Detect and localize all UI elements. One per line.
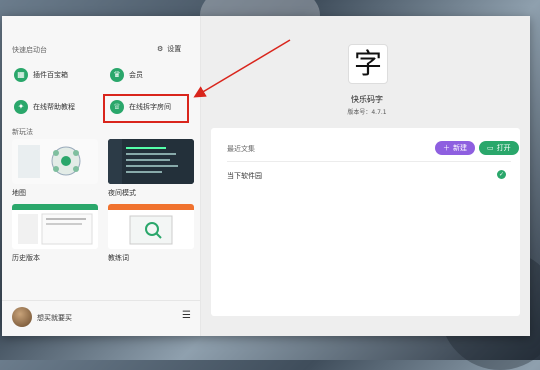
app-name: 快乐码字 — [351, 95, 383, 104]
app-window: – ✕ 快速启动台 ⚙ 设置 ▦ 插件百宝箱 ♛ 会员 ✦ 在线帮助教程 ♕ 在… — [2, 16, 530, 336]
new-label: 新建 — [453, 144, 467, 152]
right-panel: 字 快乐码字 版本号：4.7.1 最近文集 ＋ 新建 ▭ 打开 当下软件园 ✓ — [201, 16, 530, 336]
quick-launch-title: 快速启动台 — [12, 46, 47, 54]
history-version-thumbnail[interactable] — [12, 204, 98, 249]
app-logo: 字 — [348, 44, 388, 84]
plus-icon: ＋ — [443, 144, 450, 152]
open-button[interactable]: ▭ 打开 — [479, 141, 519, 155]
divider — [227, 161, 511, 162]
app-version: 版本号：4.7.1 — [347, 109, 387, 116]
settings-button[interactable]: ⚙ 设置 — [157, 44, 181, 54]
settings-label: 设置 — [167, 45, 182, 53]
night-mode-label: 夜间模式 — [108, 189, 136, 197]
recent-collections-title: 最近文集 — [227, 145, 255, 153]
open-label: 打开 — [496, 144, 511, 152]
bulb-icon: ✦ — [14, 100, 28, 114]
night-mode-thumbnail[interactable] — [108, 139, 194, 184]
plugin-box-button[interactable]: ▦ 插件百宝箱 — [14, 68, 68, 82]
highlight-box — [103, 94, 189, 123]
new-button[interactable]: ＋ 新建 — [435, 141, 475, 155]
coach-words-label: 教练词 — [108, 254, 129, 262]
gear-icon: ⚙ — [157, 45, 164, 53]
recent-collections-card: 最近文集 ＋ 新建 ▭ 打开 当下软件园 ✓ — [211, 128, 520, 316]
history-version-label: 历史版本 — [12, 254, 40, 262]
check-icon: ✓ — [497, 170, 506, 179]
new-features-title: 新玩法 — [12, 128, 33, 136]
membership-label: 会员 — [129, 71, 143, 79]
menu-icon[interactable]: ☰ — [182, 310, 191, 321]
avatar[interactable] — [12, 307, 32, 327]
user-bar: 想买就要买 ☰ — [2, 300, 200, 337]
help-tutorial-button[interactable]: ✦ 在线帮助教程 — [14, 100, 75, 114]
username: 想买就要买 — [37, 314, 72, 322]
coach-words-thumbnail[interactable] — [108, 204, 194, 249]
crown-icon: ♛ — [110, 68, 124, 82]
map-label: 地图 — [12, 189, 26, 197]
map-thumbnail[interactable] — [12, 139, 98, 184]
recent-file-item[interactable]: 当下软件园 — [227, 171, 262, 181]
plugin-box-label: 插件百宝箱 — [33, 71, 68, 79]
membership-button[interactable]: ♛ 会员 — [110, 68, 143, 82]
left-panel: 快速启动台 ⚙ 设置 ▦ 插件百宝箱 ♛ 会员 ✦ 在线帮助教程 ♕ 在线拆字房… — [2, 16, 201, 336]
help-tutorial-label: 在线帮助教程 — [33, 103, 75, 111]
folder-icon: ▭ — [487, 144, 494, 152]
grid-icon: ▦ — [14, 68, 28, 82]
